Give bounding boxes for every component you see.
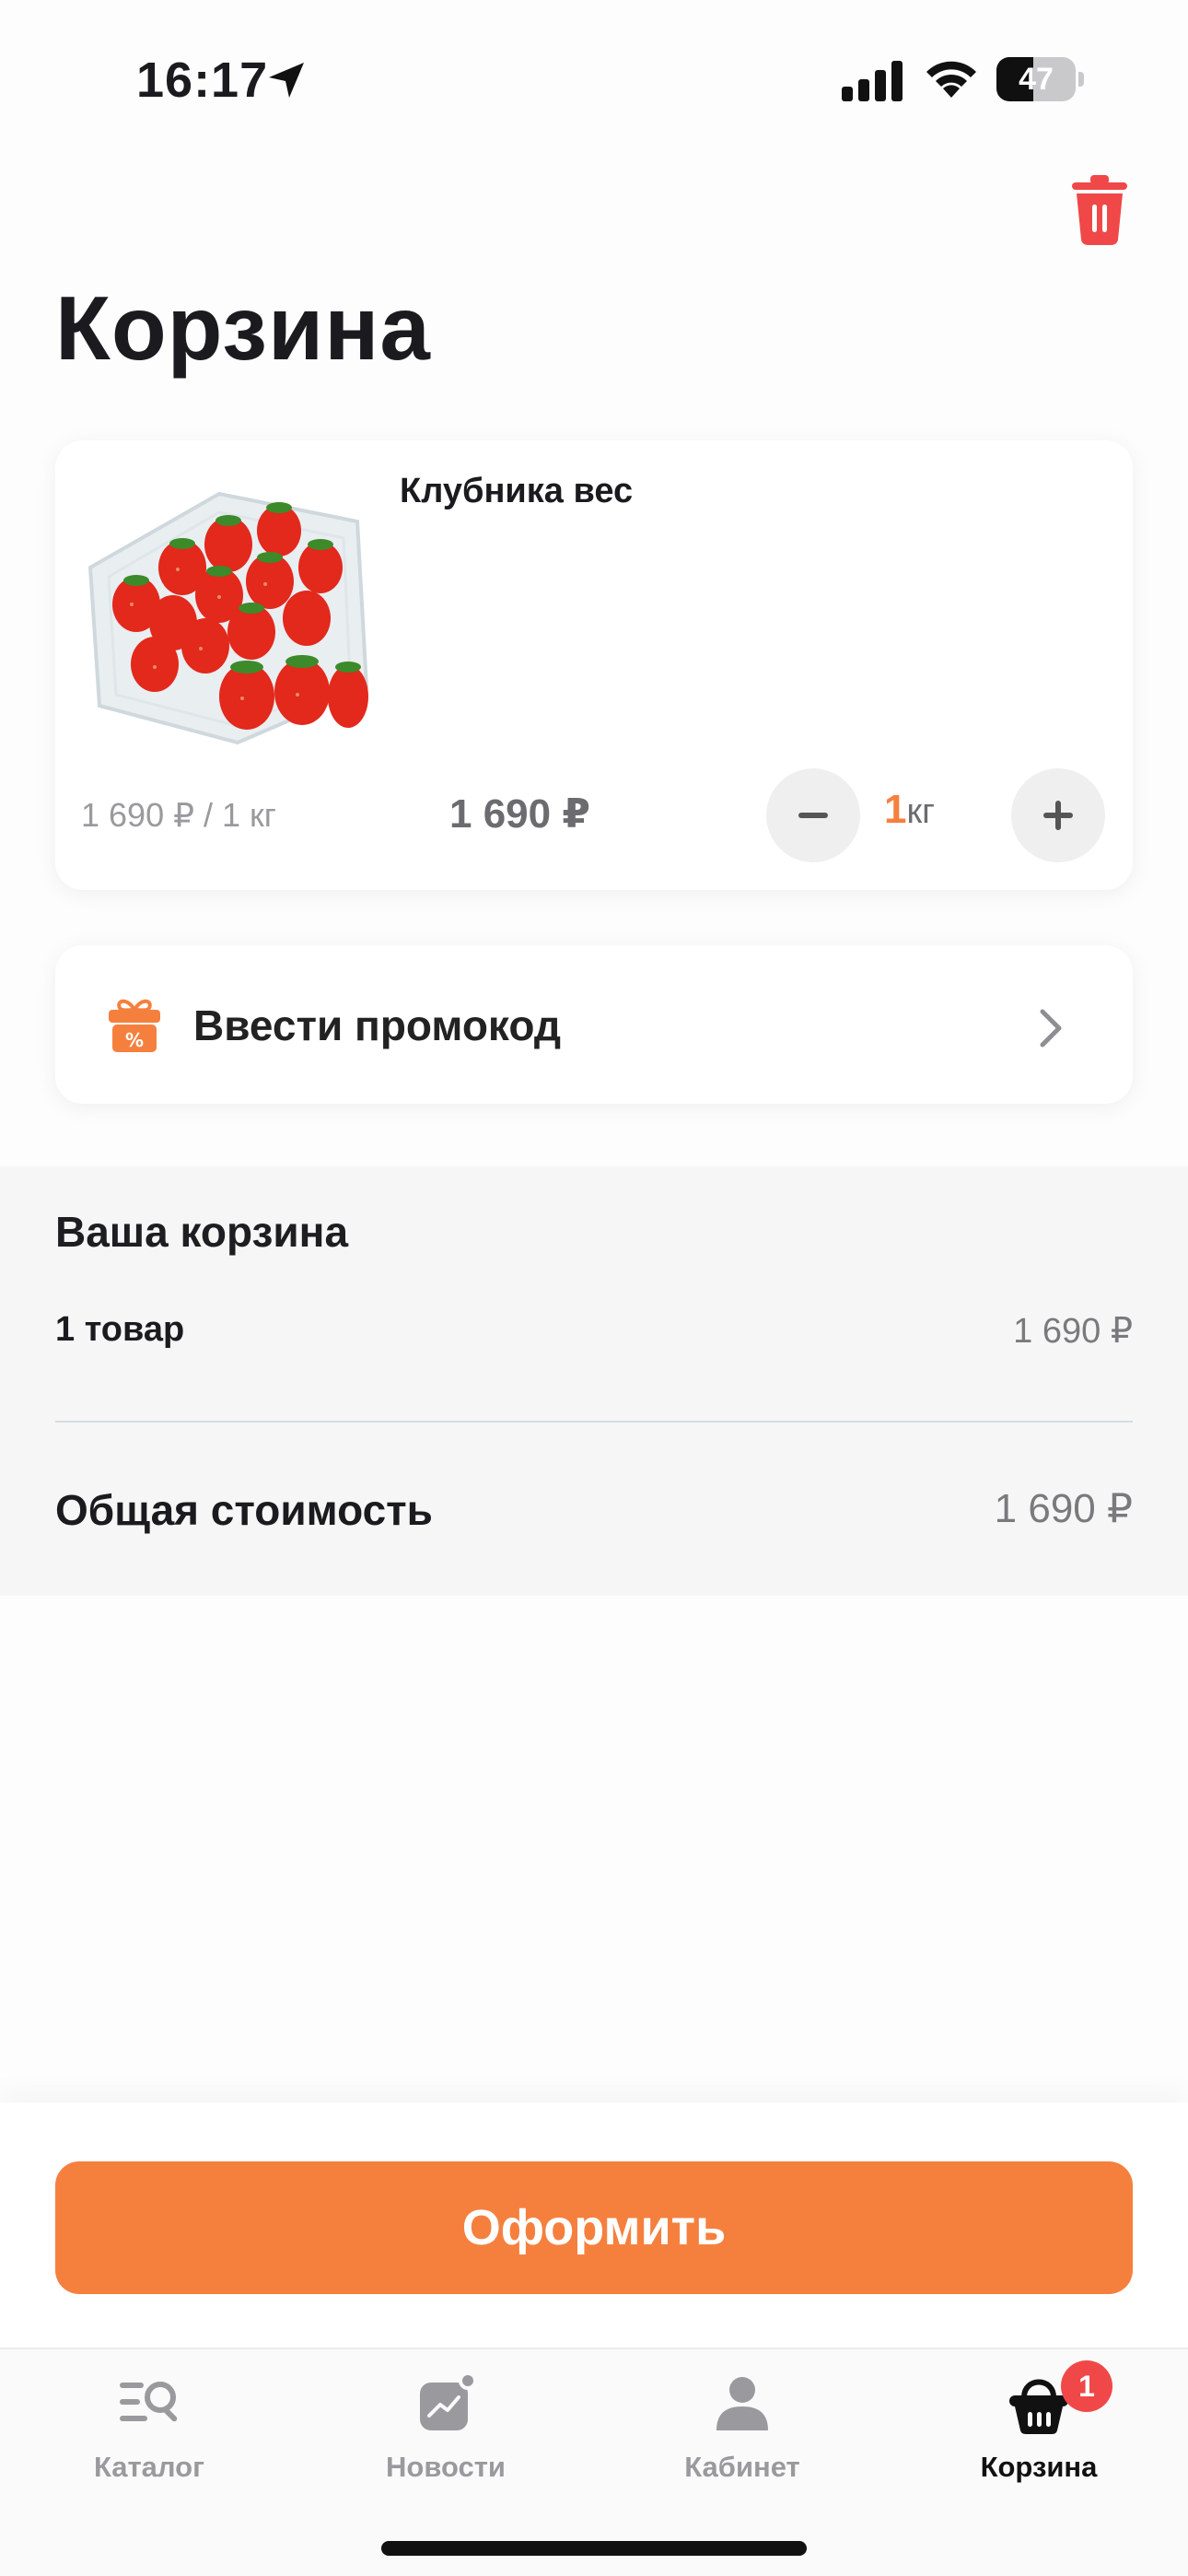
gift-percent-icon: % <box>109 999 160 1052</box>
quantity-display: 1кг <box>884 787 985 833</box>
quantity-value: 1 <box>884 787 907 832</box>
tab-label: Каталог <box>93 2451 205 2483</box>
cart-count-badge: 1 <box>1061 2360 1112 2412</box>
item-unit-price: 1 690 ₽ / 1 кг <box>81 796 276 834</box>
battery-icon: 47 <box>996 57 1085 101</box>
summary-total-price: 1 690 ₽ <box>994 1486 1133 1531</box>
clear-cart-trash-icon[interactable] <box>1068 175 1131 247</box>
tab-news[interactable]: Новости <box>335 2349 556 2497</box>
summary-total-label: Общая стоимость <box>55 1486 433 1534</box>
tab-cabinet[interactable]: Кабинет <box>632 2349 853 2497</box>
promo-code-label: Ввести промокод <box>193 1001 562 1049</box>
catalog-search-icon <box>120 2382 178 2422</box>
item-total-price: 1 690 ₽ <box>449 791 590 837</box>
svg-text:%: % <box>125 1029 144 1051</box>
quantity-increase-button[interactable] <box>1011 768 1105 862</box>
page-title: Корзина <box>55 277 431 379</box>
plus-icon <box>1043 801 1073 830</box>
status-time: 16:17 <box>136 53 269 108</box>
cart-summary: Ваша корзина 1 товар 1 690 ₽ Общая стоим… <box>0 1166 1188 1596</box>
quantity-decrease-button[interactable] <box>766 768 860 862</box>
profile-icon <box>716 2377 768 2430</box>
battery-level: 47 <box>1019 62 1054 97</box>
tab-label: Корзина <box>980 2451 1098 2483</box>
checkout-button[interactable]: Оформить <box>55 2161 1133 2294</box>
tab-cart[interactable]: 1 Корзина <box>928 2349 1149 2497</box>
wifi-icon <box>926 61 976 98</box>
tab-catalog[interactable]: Каталог <box>39 2349 260 2497</box>
location-arrow-icon <box>269 63 304 98</box>
home-indicator <box>381 2541 807 2556</box>
summary-items-price: 1 690 ₽ <box>1013 1312 1133 1351</box>
minus-icon <box>798 813 828 818</box>
quantity-unit: кг <box>906 792 935 831</box>
cellular-signal-icon <box>842 61 903 101</box>
status-bar: 16:17 47 <box>0 0 1188 157</box>
cart-item-card: Клубника вес 1 690 ₽ / 1 кг 1 690 ₽ 1кг <box>55 440 1133 890</box>
promo-code-row[interactable]: % Ввести промокод <box>55 945 1133 1104</box>
tab-label: Кабинет <box>684 2451 800 2483</box>
strawberry-punnet-image <box>87 491 369 745</box>
checkout-area: Оформить <box>0 2102 1188 2348</box>
item-name: Клубника вес <box>400 472 634 510</box>
summary-divider <box>55 1421 1133 1423</box>
tab-label: Новости <box>386 2451 506 2483</box>
chevron-right-icon <box>1040 1009 1062 1048</box>
summary-title: Ваша корзина <box>55 1208 349 1256</box>
summary-items-count: 1 товар <box>55 1310 185 1349</box>
news-chart-icon <box>420 2371 477 2430</box>
